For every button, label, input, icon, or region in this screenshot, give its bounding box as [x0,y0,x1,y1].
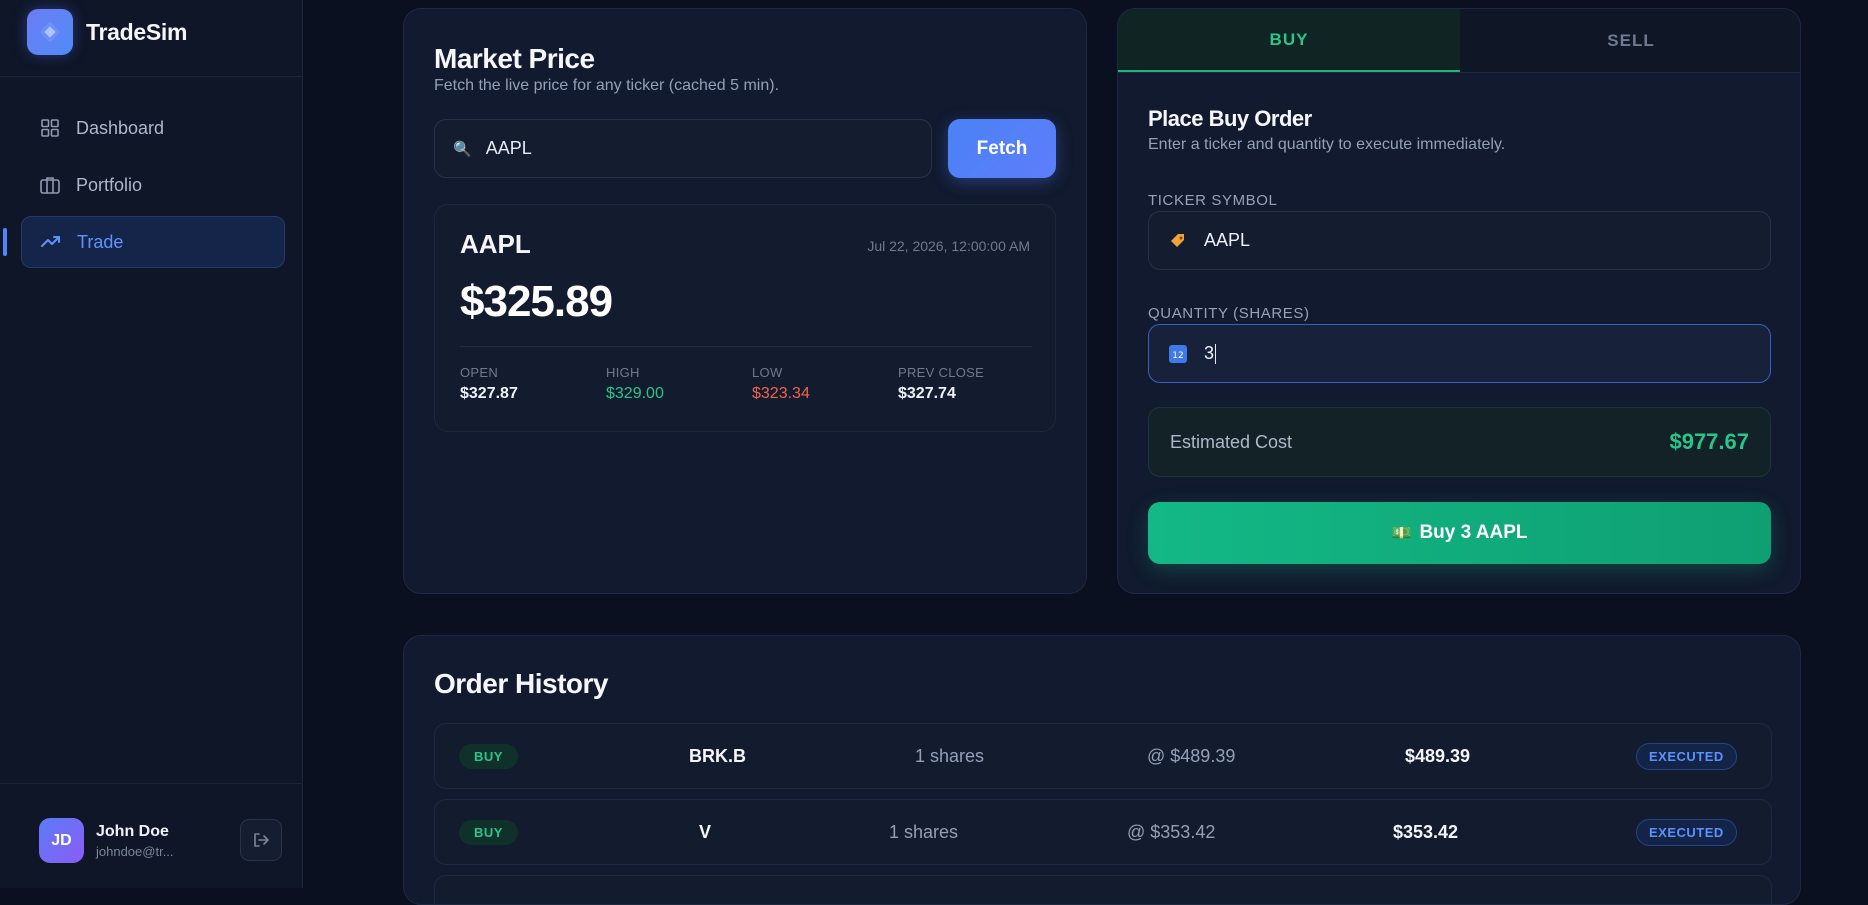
buy-button[interactable]: 💵 Buy 3 AAPL [1148,502,1771,564]
search-icon: 🔍 [453,140,472,158]
status-badge: EXECUTED [1636,818,1737,846]
svg-text:12: 12 [1172,351,1183,361]
stat-open: OPEN $327.87 [460,365,518,403]
quantity-label: QUANTITY (SHARES) [1148,305,1310,322]
tab-sell[interactable]: SELL [1460,9,1800,72]
quote-price: $325.89 [460,277,613,326]
order-symbol: V [699,821,712,842]
logo-icon [27,9,73,55]
card-title: Order History [434,668,609,699]
sidebar-item-dashboard[interactable]: Dashboard [21,102,285,154]
brand[interactable]: TradeSim [27,9,187,55]
order-price: @ $353.42 [1127,821,1216,842]
table-row[interactable] [434,875,1772,904]
ticker-search-input[interactable]: 🔍 AAPL [434,119,932,178]
sidebar-nav: Dashboard Portfolio Trade [21,102,285,273]
fetch-button[interactable]: Fetch [948,119,1056,178]
order-shares: 1 shares [915,745,985,766]
side-badge: BUY [459,819,518,845]
numbers-icon: 12 [1169,344,1187,363]
app-name: TradeSim [86,18,188,45]
estimate-label: Estimated Cost [1170,431,1293,452]
order-history-card: Order History BUY BRK.B 1 shares @ $489.… [403,635,1801,905]
order-symbol: BRK.B [689,745,746,766]
grid-icon [39,117,61,139]
tag-icon [1169,232,1187,250]
logout-icon [254,833,269,847]
order-card: BUY SELL Place Buy Order Enter a ticker … [1117,8,1801,594]
estimate-value: $977.67 [1669,429,1749,454]
order-price: @ $489.39 [1147,745,1236,766]
active-indicator [3,228,7,256]
quote-timestamp: Jul 22, 2026, 12:00:00 AM [867,238,1030,254]
tab-buy[interactable]: BUY [1118,9,1460,72]
stat-value: $329.00 [606,385,664,402]
quantity-value: 3 [1204,343,1215,363]
quote-panel: AAPL Jul 22, 2026, 12:00:00 AM $325.89 O… [434,204,1056,432]
ticker-value: AAPL [1204,230,1251,250]
stat-label: OPEN [460,365,499,380]
briefcase-icon [39,174,61,196]
table-row[interactable]: BUY V 1 shares @ $353.42 $353.42 EXECUTE… [434,799,1772,865]
avatar: JD [39,818,84,863]
table-row[interactable]: BUY BRK.B 1 shares @ $489.39 $489.39 EXE… [434,723,1772,789]
order-tabs: BUY SELL [1118,9,1800,73]
search-value: AAPL [485,138,532,158]
cash-icon: 💵 [1391,525,1412,542]
text-caret [1215,343,1217,364]
divider [0,783,303,784]
quote-symbol: AAPL [460,229,531,259]
quantity-field[interactable]: 12 3 [1148,324,1771,383]
sidebar-item-label: Portfolio [76,174,143,195]
side-badge: BUY [459,743,518,769]
sidebar: TradeSim Dashboard Portfolio Trade JD Jo… [0,0,303,888]
sidebar-item-portfolio[interactable]: Portfolio [21,159,285,211]
card-subtitle: Fetch the live price for any ticker (cac… [434,77,780,94]
market-price-card: Market Price Fetch the live price for an… [403,8,1087,594]
user-profile[interactable]: JD John Doe johndoe@tr... [39,818,174,863]
stat-label: HIGH [606,365,640,380]
user-name: John Doe [96,822,169,840]
order-title: Place Buy Order [1148,106,1312,131]
order-shares: 1 shares [889,821,959,842]
sidebar-item-label: Trade [77,231,124,252]
divider [460,346,1032,347]
status-badge: EXECUTED [1636,742,1737,770]
user-email: johndoe@tr... [96,843,174,859]
stat-value: $323.34 [752,385,810,402]
card-title: Market Price [434,43,595,74]
divider [0,76,303,77]
logout-button[interactable] [240,819,282,861]
estimated-cost: Estimated Cost $977.67 [1148,407,1771,477]
sidebar-item-trade[interactable]: Trade [21,216,285,268]
stat-prev-close: PREV CLOSE $327.74 [898,365,984,403]
stat-value: $327.87 [460,385,518,402]
ticker-field[interactable]: AAPL [1148,211,1771,270]
buy-button-label: Buy 3 AAPL [1419,522,1528,543]
order-subtitle: Enter a ticker and quantity to execute i… [1148,136,1506,153]
order-total: $489.39 [1405,745,1471,766]
stat-high: HIGH $329.00 [606,365,664,403]
sidebar-item-label: Dashboard [76,117,165,138]
order-total: $353.42 [1393,821,1459,842]
stat-label: PREV CLOSE [898,365,985,380]
trending-up-icon [40,231,62,253]
stat-low: LOW $323.34 [752,365,810,403]
ticker-label: TICKER SYMBOL [1148,192,1278,209]
stat-value: $327.74 [898,385,956,402]
stat-label: LOW [752,365,783,380]
